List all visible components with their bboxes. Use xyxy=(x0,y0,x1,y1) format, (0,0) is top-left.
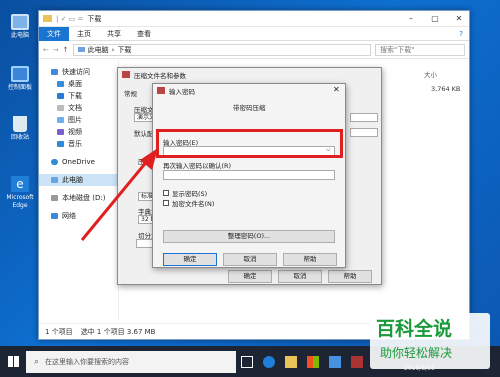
taskbar-store[interactable] xyxy=(302,346,324,377)
search-input[interactable]: 搜索"下载" xyxy=(375,43,465,56)
up-arrow-icon[interactable]: ↑ xyxy=(63,46,69,54)
maximize-button[interactable]: ▢ xyxy=(425,14,445,23)
search-icon: ⌕ xyxy=(34,356,40,367)
edge-icon: e xyxy=(11,176,29,192)
winrar-icon xyxy=(351,355,363,368)
nav-item-desktop[interactable]: 桌面 xyxy=(39,78,118,90)
nav-item-pictures[interactable]: 图片 xyxy=(39,114,118,126)
window-title: 下载 xyxy=(87,14,102,23)
edge-icon xyxy=(263,355,275,368)
close-button[interactable]: ✕ xyxy=(449,14,469,23)
music-icon xyxy=(57,141,64,147)
desktop-icon-recycle-bin[interactable]: 回收站 xyxy=(2,116,38,142)
column-header-size[interactable]: 大小 xyxy=(424,69,437,79)
quick-access-toolbar[interactable]: | ✓ ▭ = xyxy=(56,15,83,23)
archive-help-button[interactable]: 帮助 xyxy=(328,270,372,283)
desktop-icon-label: 此电脑 xyxy=(10,32,29,39)
archive-tab-general[interactable]: 常规 xyxy=(124,88,137,98)
password-ok-button[interactable]: 确定 xyxy=(163,253,217,266)
taskbar-edge[interactable] xyxy=(258,346,280,377)
desktop-icon-edge[interactable]: e Microsoft Edge xyxy=(2,176,38,210)
network-icon xyxy=(51,213,58,219)
password-help-button[interactable]: 帮助 xyxy=(283,253,337,266)
folder-icon xyxy=(43,15,52,22)
archive-cancel-button[interactable]: 取消 xyxy=(278,270,322,283)
download-icon xyxy=(57,93,64,99)
star-icon xyxy=(51,69,58,75)
desktop-icon xyxy=(57,81,64,87)
ribbon-tab-view[interactable]: 查看 xyxy=(129,27,159,41)
breadcrumb-current[interactable]: 下载 xyxy=(117,45,131,55)
desktop-icon-label: Microsoft Edge xyxy=(6,194,34,209)
ribbon-tab-share[interactable]: 共享 xyxy=(99,27,129,41)
archive-name-right-field[interactable] xyxy=(350,113,378,122)
taskbar-winrar[interactable] xyxy=(346,346,368,377)
windows-start-icon[interactable] xyxy=(8,356,19,367)
reenter-password-field[interactable] xyxy=(163,170,335,180)
cloud-icon xyxy=(51,159,58,165)
archive-format-right-field[interactable] xyxy=(350,128,378,137)
watermark-title: 百科全说 xyxy=(376,318,453,340)
store-icon xyxy=(307,355,319,368)
status-item-count: 1 个项目 xyxy=(45,327,73,336)
taskbar-mail[interactable] xyxy=(324,346,346,377)
desktop-icon-this-pc[interactable]: 此电脑 xyxy=(2,14,38,40)
nav-item-videos[interactable]: 视频 xyxy=(39,126,118,138)
breadcrumb-root[interactable]: 此电脑 xyxy=(88,45,109,55)
computer-icon xyxy=(11,14,29,30)
video-icon xyxy=(57,129,64,135)
breadcrumb-separator-icon: › xyxy=(111,45,115,54)
drive-icon xyxy=(51,195,58,201)
ribbon-tab-home[interactable]: 主页 xyxy=(69,27,99,41)
task-view-icon xyxy=(241,355,253,368)
taskbar-task-view[interactable] xyxy=(236,346,258,377)
desktop-icon-label: 控制面板 xyxy=(7,84,32,91)
pc-icon xyxy=(77,47,85,52)
password-dialog-subtitle: 带密码压缩 xyxy=(233,104,266,112)
password-dialog-close-icon[interactable]: ✕ xyxy=(333,85,340,94)
back-arrow-icon[interactable]: ← xyxy=(43,46,49,54)
minimize-button[interactable]: – xyxy=(401,14,421,23)
explorer-titlebar: | ✓ ▭ = 下载 – ▢ ✕ xyxy=(39,11,469,27)
password-dialog: 输入密码 ✕ 带密码压缩 输入密码(E) ⌵ 再次输入密码以确认(R) 显示密码… xyxy=(152,83,346,268)
recycle-bin-icon xyxy=(13,116,27,132)
control-panel-icon xyxy=(11,66,29,82)
nav-item-downloads[interactable]: 下载 xyxy=(39,90,118,102)
encrypt-filenames-checkbox[interactable]: 加密文件名(N) xyxy=(163,198,214,208)
reenter-password-label: 再次输入密码以确认(R) xyxy=(163,162,232,170)
archive-dialog-title: 压缩文件名和参数 xyxy=(134,72,186,80)
folder-icon xyxy=(285,355,297,368)
profile-label: 默认配 xyxy=(134,130,154,138)
mail-icon xyxy=(329,355,341,368)
pc-icon xyxy=(51,177,58,183)
nav-item-documents[interactable]: 文档 xyxy=(39,102,118,114)
desktop-icon-control-panel[interactable]: 控制面板 xyxy=(2,66,38,92)
archive-ok-button[interactable]: 确定 xyxy=(228,270,272,283)
address-row: ← → ↑ 此电脑 › 下载 搜索"下载" xyxy=(39,41,469,59)
password-dialog-title: 输入密码 xyxy=(169,88,195,96)
ribbon-tab-file[interactable]: 文件 xyxy=(39,26,69,41)
organize-passwords-button[interactable]: 整理密码(O)... xyxy=(163,230,335,243)
watermark-subtitle: 助你轻松解决 xyxy=(380,346,453,360)
nav-item-quick-access[interactable]: 快速访问 xyxy=(39,66,118,78)
archive-icon xyxy=(122,71,130,78)
annotation-arrow-icon xyxy=(80,148,158,241)
highlight-box xyxy=(156,129,343,158)
document-icon xyxy=(57,105,64,111)
picture-icon xyxy=(57,117,64,123)
help-icon[interactable]: ? xyxy=(459,30,469,38)
forward-arrow-icon[interactable]: → xyxy=(53,46,59,54)
taskbar-explorer[interactable] xyxy=(280,346,302,377)
desktop-icon-label: 回收站 xyxy=(10,134,29,141)
password-dialog-icon xyxy=(157,87,165,94)
file-size-value: 3,764 KB xyxy=(431,85,461,93)
taskbar-search-input[interactable]: ⌕ 在这里输入你要搜索的内容 xyxy=(26,350,236,373)
status-selected: 选中 1 个项目 3.67 MB xyxy=(80,327,156,336)
ribbon: 文件 主页 共享 查看 ? xyxy=(39,26,469,41)
password-cancel-button[interactable]: 取消 xyxy=(223,253,277,266)
address-bar[interactable]: 此电脑 › 下载 xyxy=(72,43,371,56)
